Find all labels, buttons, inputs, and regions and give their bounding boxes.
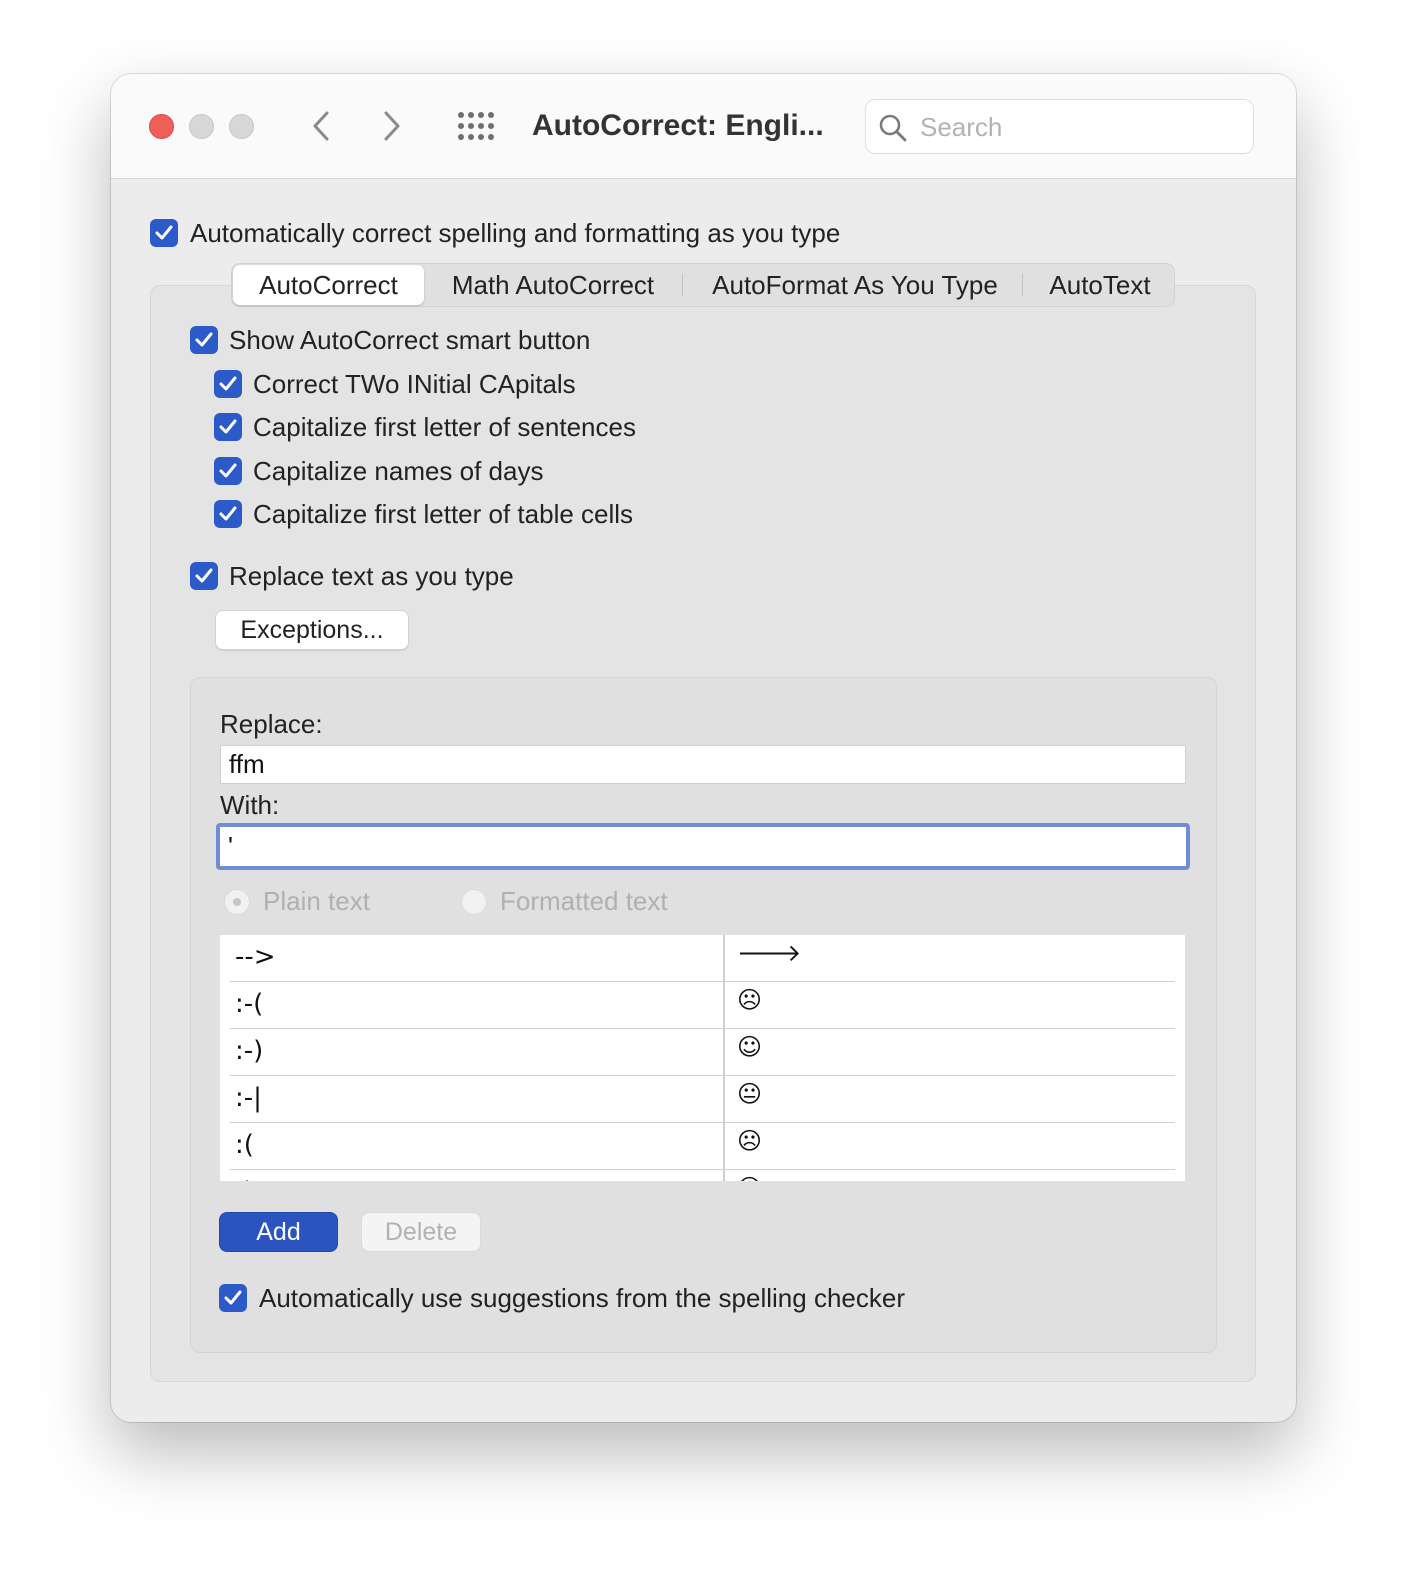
tab-autotext[interactable]: AutoText [1030,264,1170,306]
formatted-text-label: Formatted text [500,886,668,916]
with-cell: ☺ [737,1172,762,1181]
zoom-window-button[interactable] [229,114,254,139]
capitalize-days-checkbox[interactable] [214,457,242,485]
grid-icon [458,112,494,140]
column-divider [723,935,725,1181]
capitalize-table-cells-checkbox[interactable] [214,500,242,528]
plain-text-label: Plain text [263,886,370,916]
back-button[interactable] [303,106,339,146]
replace-cell: :-) [235,1036,264,1066]
window-title: AutoCorrect: Engli... [532,109,824,142]
show-all-button[interactable] [457,110,497,142]
autocorrect-entries-table[interactable]: --> 🡒 :-( ☹ :-) ☺ :-| 😐 :( ☹ :) ☺ [220,935,1185,1181]
close-window-button[interactable] [149,114,174,139]
spelling-suggestions-label: Automatically use suggestions from the s… [259,1283,905,1313]
replace-cell: :-| [235,1083,262,1113]
titlebar: AutoCorrect: Engli... [111,74,1296,179]
replace-cell: :( [235,1130,254,1160]
capitalize-table-cells-label: Capitalize first letter of table cells [253,499,634,529]
with-cell: ☺ [737,1033,763,1061]
exceptions-button[interactable]: Exceptions... [215,610,409,650]
show-smart-button-label: Show AutoCorrect smart button [229,325,591,355]
tab-autoformat-as-you-type[interactable]: AutoFormat As You Type [690,264,1020,306]
tab-separator [1022,274,1023,296]
replace-cell: --> [235,942,276,972]
table-row[interactable]: :-) ☺ [220,1029,1185,1076]
minimize-window-button[interactable] [189,114,214,139]
table-row[interactable]: :( ☹ [220,1123,1185,1170]
auto-correct-label: Automatically correct spelling and forma… [190,218,841,248]
with-label: With: [220,790,280,820]
add-button[interactable]: Add [219,1212,338,1252]
tab-bar: AutoCorrect Math AutoCorrect AutoFormat … [231,263,1175,307]
search-field[interactable] [865,99,1254,154]
replace-input[interactable] [220,745,1186,784]
capitalize-sentences-checkbox[interactable] [214,413,242,441]
table-row[interactable]: --> 🡒 [220,935,1185,982]
search-input[interactable] [918,108,1238,146]
correct-two-initial-capitals-checkbox[interactable] [214,370,242,398]
delete-button[interactable]: Delete [361,1212,481,1252]
with-cell: ☹ [737,1127,763,1155]
tab-math-autocorrect[interactable]: Math AutoCorrect [432,264,674,306]
show-smart-button-checkbox[interactable] [190,326,218,354]
checkmark-icon [195,332,213,347]
spelling-suggestions-checkbox[interactable] [219,1284,247,1312]
replace-label: Replace: [220,709,323,739]
chevron-right-icon [384,111,400,141]
capitalize-sentences-label: Capitalize first letter of sentences [253,412,636,442]
table-row[interactable]: :-( ☹ [220,982,1185,1029]
with-input[interactable] [216,823,1190,870]
autocorrect-window: AutoCorrect: Engli... Automatically corr… [111,74,1296,1422]
with-cell: ☹ [737,986,763,1014]
checkmark-icon [219,506,237,521]
checkmark-icon [224,1290,242,1305]
checkmark-icon [195,568,213,583]
chevron-left-icon [313,111,329,141]
tab-separator [682,274,683,296]
replace-cell: :) [235,1176,254,1181]
formatted-text-radio[interactable] [461,889,487,915]
table-row[interactable]: :-| 😐 [220,1076,1185,1123]
replace-text-checkbox[interactable] [190,562,218,590]
table-row[interactable]: :) ☺ [220,1170,1185,1181]
forward-button[interactable] [374,106,410,146]
checkmark-icon [219,376,237,391]
checkmark-icon [219,419,237,434]
with-cell: 🡒 [737,939,802,967]
checkmark-icon [155,225,173,240]
replace-text-label: Replace text as you type [229,561,514,591]
correct-two-initial-capitals-label: Correct TWo INitial CApitals [253,369,576,399]
search-icon [879,114,907,142]
checkmark-icon [219,463,237,478]
replace-cell: :-( [235,989,264,1019]
auto-correct-checkbox[interactable] [150,219,178,247]
radio-dot [233,898,241,906]
tab-autocorrect[interactable]: AutoCorrect [233,265,424,305]
plain-text-radio[interactable] [224,889,250,915]
capitalize-days-label: Capitalize names of days [253,456,544,486]
with-cell: 😐 [737,1080,763,1108]
